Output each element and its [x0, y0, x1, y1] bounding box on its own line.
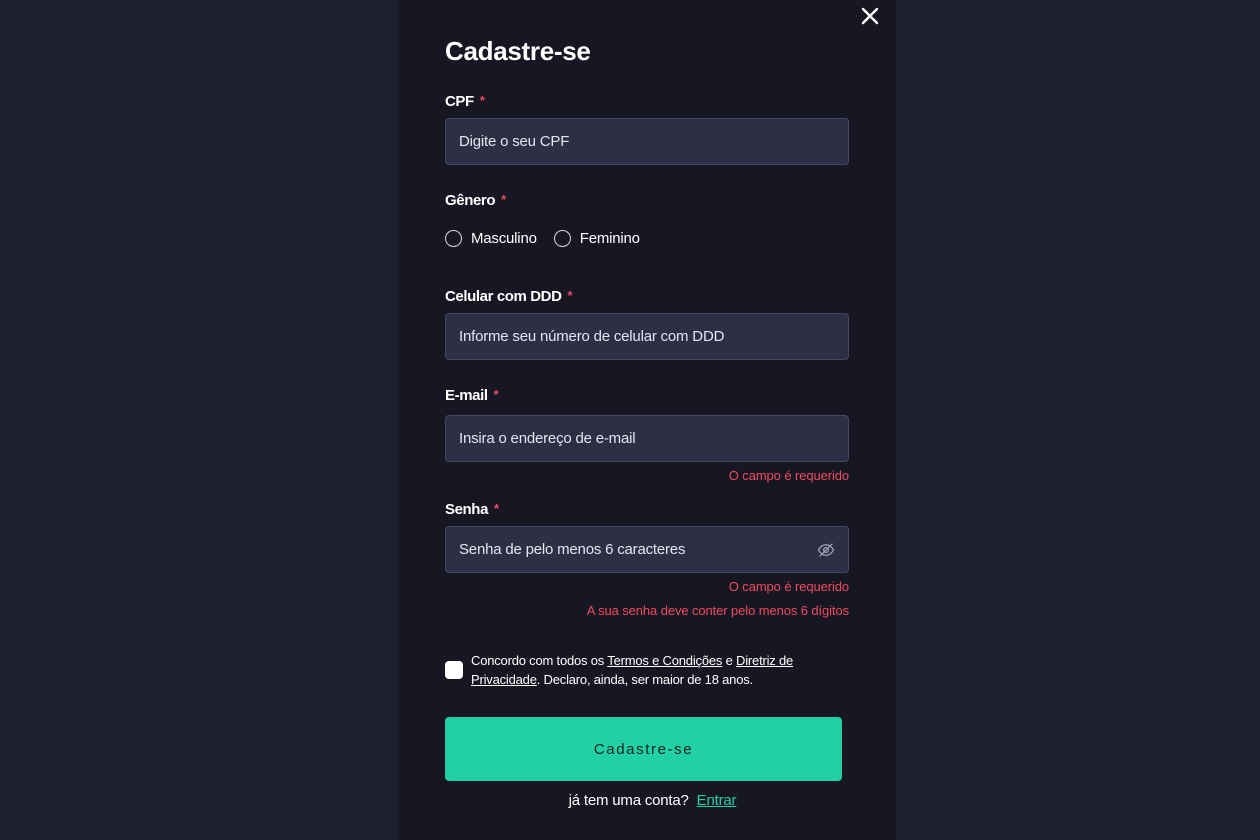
eye-off-icon[interactable]: [817, 541, 835, 559]
email-label-text: E-mail: [445, 387, 488, 404]
password-label-text: Senha: [445, 501, 489, 518]
radio-label: Feminino: [579, 229, 640, 247]
password-error-length: A sua senha deve conter pelo menos 6 díg…: [586, 603, 849, 618]
login-link[interactable]: Entrar: [697, 792, 737, 809]
signup-submit-button[interactable]: Cadastre-se: [445, 717, 842, 781]
login-question: já tem uma conta?: [568, 792, 689, 809]
close-button[interactable]: [860, 6, 880, 26]
cpf-label: CPF *: [445, 93, 485, 110]
phone-input[interactable]: Informe seu número de celular com DDD: [445, 313, 849, 360]
email-placeholder: Insira o endereço de e-mail: [459, 430, 636, 447]
radio-button[interactable]: [445, 229, 462, 247]
terms-text-2: e: [722, 653, 737, 668]
terms-checkbox[interactable]: [445, 661, 463, 679]
required-mark: *: [479, 93, 485, 108]
gender-radio-masculino[interactable]: Masculino: [445, 229, 537, 247]
required-mark: *: [494, 501, 499, 516]
password-error-required: O campo é requerido: [728, 579, 849, 594]
gender-radio-group: Masculino Feminino: [445, 228, 657, 248]
phone-placeholder: Informe seu número de celular com DDD: [459, 328, 725, 345]
email-input[interactable]: Insira o endereço de e-mail: [445, 415, 849, 462]
gender-radio-feminino[interactable]: Feminino: [553, 229, 640, 247]
terms-text-1: Concordo com todos os: [471, 653, 608, 668]
required-mark: *: [501, 192, 506, 207]
terms-link[interactable]: Termos e Condições: [607, 653, 722, 668]
modal-title: Cadastre-se: [445, 36, 591, 66]
login-prompt: já tem uma conta? Entrar: [0, 792, 1260, 809]
cpf-placeholder: Digite o seu CPF: [459, 133, 570, 150]
gender-label: Gênero *: [445, 192, 506, 209]
gender-label-text: Gênero: [445, 192, 496, 209]
email-error: O campo é requerido: [728, 468, 849, 483]
password-label: Senha *: [445, 501, 499, 518]
phone-label: Celular com DDD *: [445, 288, 573, 305]
close-icon: [861, 7, 879, 25]
cpf-label-text: CPF: [445, 93, 474, 110]
email-label: E-mail *: [445, 387, 499, 404]
terms-text-3: . Declaro, ainda, ser maior de 18 anos.: [536, 672, 753, 687]
radio-label: Masculino: [471, 229, 537, 247]
terms-text: Concordo com todos os Termos e Condições…: [471, 651, 831, 689]
radio-button[interactable]: [553, 229, 571, 247]
password-input[interactable]: Senha de pelo menos 6 caracteres: [445, 526, 849, 573]
phone-label-text: Celular com DDD: [445, 288, 562, 305]
required-mark: *: [493, 387, 499, 402]
cpf-input[interactable]: Digite o seu CPF: [445, 118, 849, 165]
signup-submit-label: Cadastre-se: [593, 740, 694, 758]
required-mark: *: [567, 288, 573, 303]
password-placeholder: Senha de pelo menos 6 caracteres: [459, 541, 686, 558]
